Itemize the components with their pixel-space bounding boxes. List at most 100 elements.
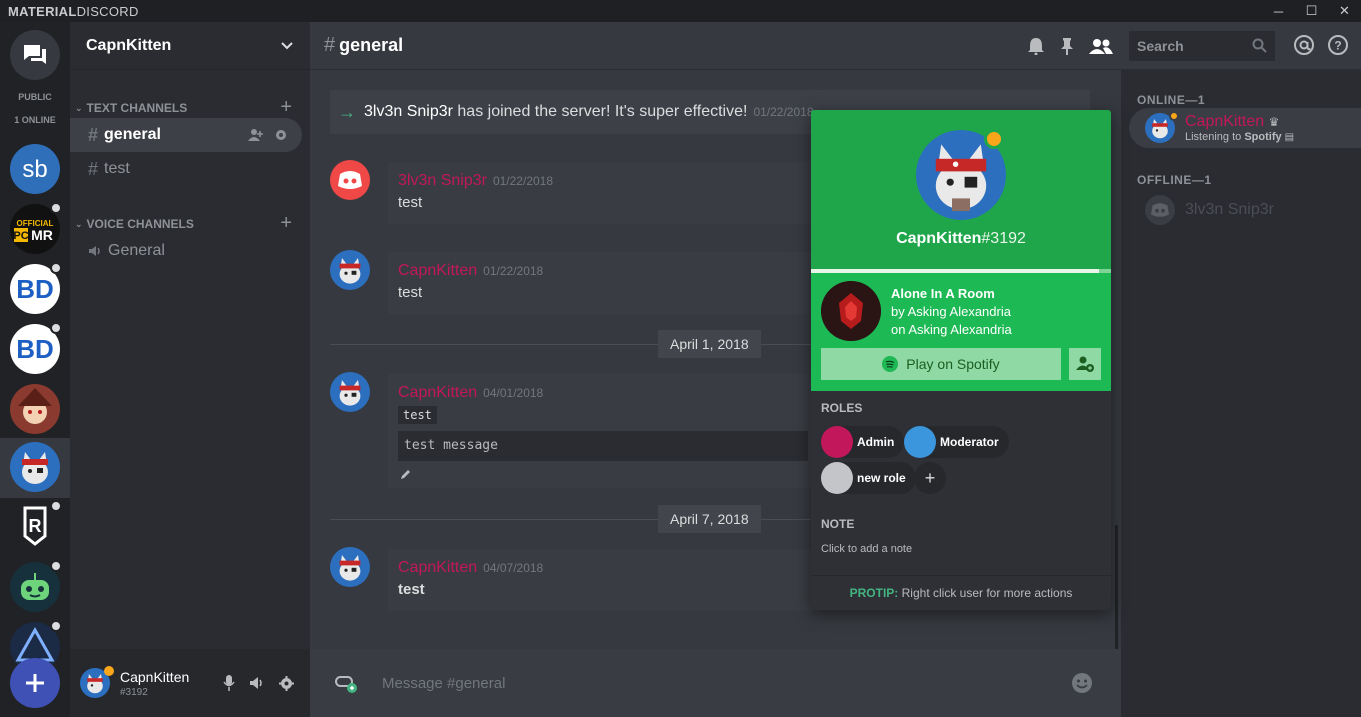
headphones-speaker-icon[interactable] (249, 676, 265, 690)
add-role-button[interactable]: + (914, 462, 946, 494)
speaker-icon (89, 246, 100, 256)
voice-channel-general[interactable]: General (70, 234, 302, 268)
server-icon-bd-1[interactable]: BD (10, 262, 62, 314)
edit-pencil-icon[interactable] (400, 468, 412, 480)
idle-status-icon (984, 129, 1004, 149)
server-icon-capnkitten[interactable] (10, 442, 60, 492)
server-icon-bd-2[interactable]: BD (10, 322, 62, 374)
category-voice-channels[interactable]: ⌄ VOICE CHANNELS + (70, 212, 310, 235)
home-button[interactable] (10, 30, 60, 80)
inline-code: test (398, 406, 437, 424)
role-admin: Admin (821, 426, 905, 458)
pin-icon[interactable] (1059, 37, 1075, 55)
message-composer: Message #general (310, 649, 1121, 717)
minimize-button[interactable]: ─ (1262, 0, 1295, 22)
user-avatar[interactable] (80, 666, 114, 698)
album-art (821, 281, 881, 341)
svg-text:BD: BD (16, 274, 54, 304)
search-input[interactable]: Search (1129, 31, 1275, 61)
add-voice-channel-icon[interactable]: + (280, 212, 292, 235)
user-name: CapnKitten (120, 668, 190, 685)
svg-text:PC: PC (13, 230, 28, 242)
message-timestamp: 04/01/2018 (483, 386, 544, 400)
server-icon-anime[interactable] (10, 384, 60, 434)
member-list: Search ? ONLINE—1 CapnKitten ♛ Listening… (1121, 22, 1361, 717)
message-input[interactable]: Message #general (382, 675, 1071, 692)
message-timestamp: 01/22/2018 (483, 264, 544, 278)
attach-file-icon[interactable] (334, 671, 358, 695)
message-timestamp: 01/22/2018 (492, 174, 554, 188)
server-icon-r6[interactable]: R (10, 500, 62, 552)
spotify-activity: Alone In A Room by Asking Alexandria on … (811, 273, 1111, 391)
channel-header: # general (310, 22, 1121, 70)
title-bar: MATERIALDISCORD ─ ☐ ✕ (0, 0, 1361, 22)
avatar (1145, 195, 1175, 225)
avatar[interactable] (330, 250, 370, 290)
emoji-picker-icon[interactable] (1071, 672, 1093, 694)
protip-footer: PROTIP: Right click user for more action… (811, 575, 1111, 610)
mentions-at-icon[interactable] (1293, 34, 1315, 56)
close-button[interactable]: ✕ (1328, 0, 1361, 22)
hash-icon: # (88, 158, 99, 179)
plus-icon (26, 674, 44, 692)
role-color-icon[interactable] (821, 426, 853, 458)
chat-scrollbar[interactable] (1115, 525, 1118, 649)
idle-status-icon (104, 666, 114, 676)
channel-test[interactable]: # test (70, 152, 302, 186)
channel-title: general (339, 35, 404, 55)
add-friend-button[interactable] (1069, 348, 1101, 380)
hash-icon: # (88, 124, 99, 145)
help-icon[interactable]: ? (1327, 34, 1349, 56)
note-input[interactable]: Click to add a note (821, 543, 912, 555)
role-color-icon[interactable] (904, 426, 936, 458)
member-list-icon[interactable] (1089, 38, 1113, 54)
idle-status-icon (1169, 111, 1179, 121)
server-icon-bot[interactable] (10, 560, 62, 612)
message-author[interactable]: 3lv3n Snip3r (398, 172, 487, 189)
svg-text:?: ? (1334, 39, 1341, 53)
member-3lv3n-snip3r[interactable]: 3lv3n Snip3r (1129, 190, 1361, 230)
add-channel-icon[interactable]: + (280, 96, 292, 119)
member-capnkitten[interactable]: CapnKitten ♛ Listening to Spotify ▤ (1129, 108, 1361, 148)
notification-bell-icon[interactable] (1027, 37, 1045, 55)
svg-text:MR: MR (31, 227, 53, 243)
message-author[interactable]: CapnKitten (398, 262, 477, 279)
avatar[interactable] (330, 372, 370, 412)
search-icon (1252, 38, 1267, 53)
server-icon-pcmr[interactable]: OFFICIAL PC MR (10, 202, 62, 254)
app-window: MATERIALDISCORD ─ ☐ ✕ PUBLIC 1 ONLINE sb… (0, 0, 1361, 717)
spotify-icon (882, 356, 899, 372)
date-divider: April 7, 2018 (658, 505, 761, 533)
avatar[interactable] (330, 547, 370, 587)
note-label: NOTE (821, 517, 855, 531)
add-server-button[interactable] (10, 658, 60, 708)
profile-username: CapnKitten#3192 (896, 230, 1026, 247)
message-author[interactable]: CapnKitten (398, 559, 477, 576)
date-divider: April 1, 2018 (658, 330, 761, 358)
svg-text:sb: sb (22, 156, 47, 183)
role-color-icon[interactable] (821, 462, 853, 494)
role-moderator: Moderator (904, 426, 1009, 458)
notification-dot (50, 322, 62, 334)
invite-icon[interactable] (248, 128, 264, 142)
user-panel: CapnKitten #3192 (70, 649, 310, 717)
category-text-channels[interactable]: ⌄ TEXT CHANNELS + (70, 96, 310, 119)
svg-text:R: R (29, 516, 42, 536)
offline-header: OFFLINE—1 (1137, 173, 1212, 187)
user-settings-gear-icon[interactable] (279, 675, 294, 691)
avatar[interactable] (330, 160, 370, 200)
guild-header[interactable]: CapnKitten (70, 22, 310, 70)
notification-dot (50, 500, 62, 512)
play-on-spotify-button[interactable]: Play on Spotify (821, 348, 1061, 380)
message-author[interactable]: CapnKitten (398, 384, 477, 401)
roles-label: ROLES (821, 401, 863, 415)
server-icon-sb[interactable]: sb (10, 144, 60, 194)
search-bar-row: Search ? (1121, 22, 1361, 70)
settings-gear-icon[interactable] (274, 128, 288, 142)
microphone-icon[interactable] (223, 675, 235, 691)
join-arrow-icon: → (338, 101, 356, 122)
direct-messages-icon (24, 45, 46, 64)
maximize-button[interactable]: ☐ (1295, 0, 1328, 22)
public-label: PUBLIC (18, 92, 52, 102)
channel-general[interactable]: # general (70, 118, 302, 152)
